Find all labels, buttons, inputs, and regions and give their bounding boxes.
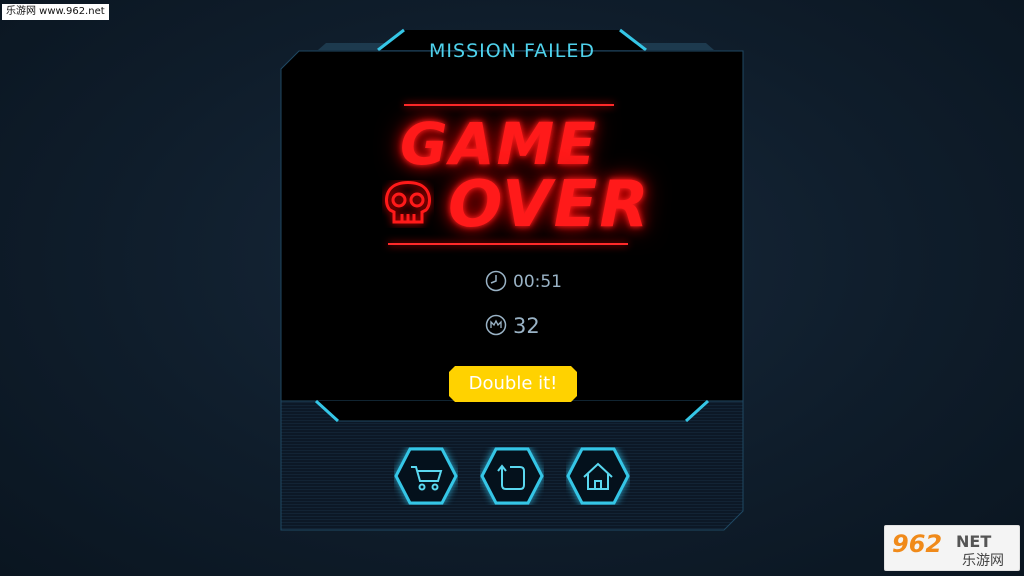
headline-over: OVER [448,168,651,242]
restart-button[interactable] [480,447,544,505]
time-value: 00:51 [513,272,562,292]
skull-icon [384,181,432,224]
watermark-cn: 乐游网 [962,553,1004,569]
double-it-button[interactable]: Double it! [449,366,577,402]
headline-rule-top [404,104,614,106]
watermark-logo: 962 NET 乐游网 [884,525,1020,571]
watermark-suffix: NET [956,532,991,551]
shop-button[interactable] [394,447,458,505]
crown-icon [485,314,507,336]
score-value: 32 [513,314,540,338]
watermark-brand: 962 [892,530,942,558]
dialog-title: MISSION FAILED [429,40,595,62]
home-button[interactable] [566,447,630,505]
headline-rule-bottom [388,243,628,245]
clock-icon [485,270,507,292]
